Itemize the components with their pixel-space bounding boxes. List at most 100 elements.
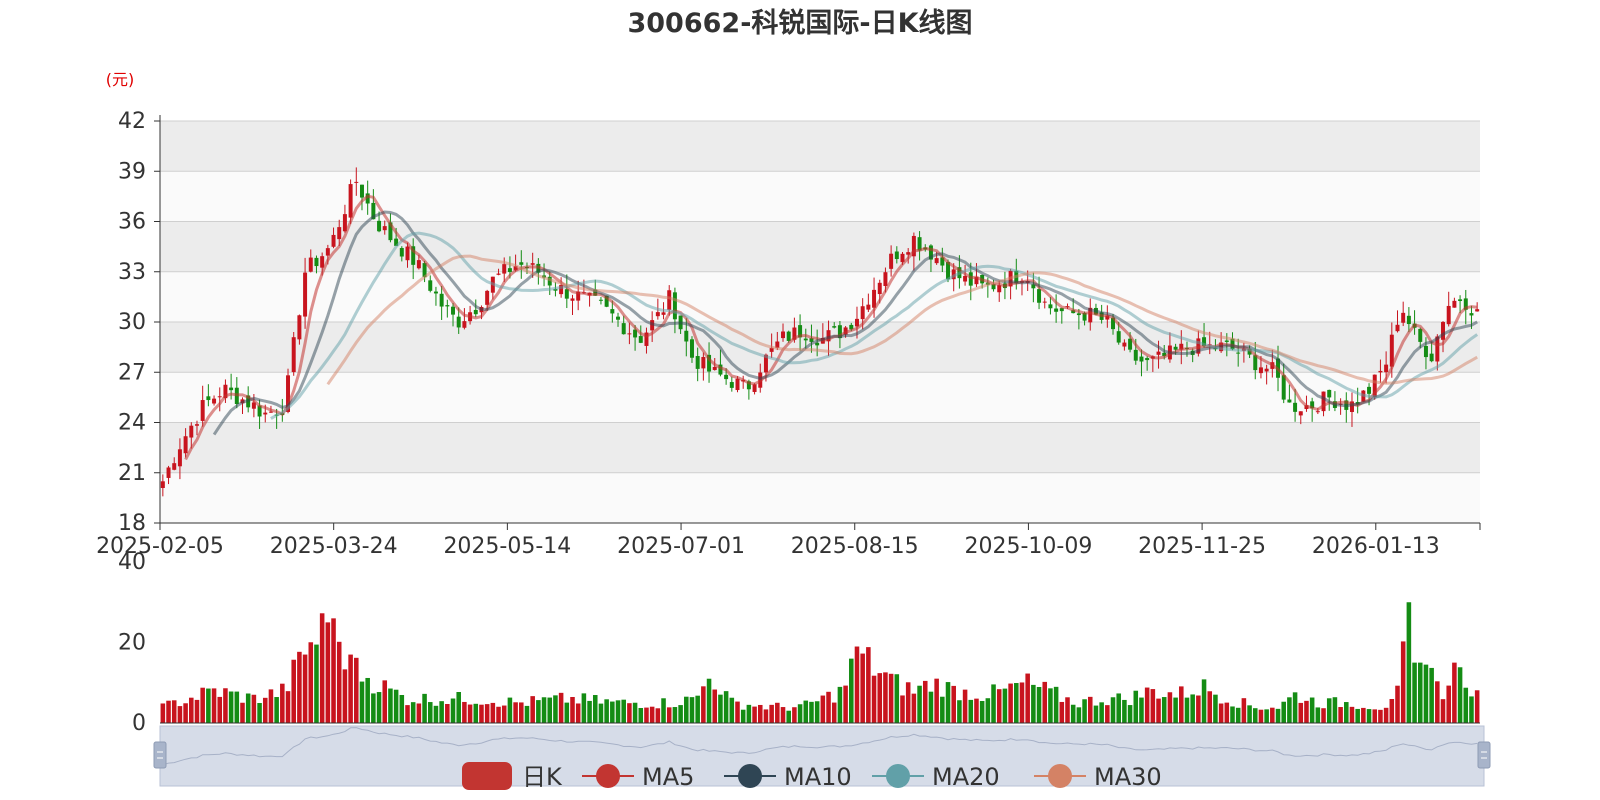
candle-body [496,273,501,275]
candle-body [206,396,211,401]
volume-bar [575,703,581,723]
volume-tick-label: 0 [132,711,146,736]
volume-bar [462,701,467,723]
candle-body [616,316,621,320]
candle-body [621,323,626,335]
volume-bar [536,700,541,723]
candle-body [1458,299,1463,302]
volume-bar [376,692,382,723]
volume-bar [962,689,968,723]
candle-body [712,366,717,370]
plot-band [160,472,1480,523]
candle-body [1037,289,1042,303]
volume-bar [302,654,308,723]
volume-bar [519,702,524,723]
candle-body [359,184,364,198]
plot-band [160,221,1480,272]
volume-bar [1412,662,1417,723]
volume-bar [280,683,285,723]
candle-body [661,312,666,315]
candle-body [729,382,734,388]
volume-bar [1457,667,1463,723]
volume-bar [1150,689,1156,723]
volume-bar [342,669,348,723]
candle-body [1475,309,1480,312]
volume-bar [1241,698,1247,723]
volume-bar [1093,705,1099,723]
volume-bar [1014,683,1019,723]
volume-bar [1287,697,1292,723]
candle-body [672,292,677,320]
volume-bar [735,701,740,723]
volume-bar [336,641,342,723]
candle-body [1293,402,1298,412]
volume-bar [189,697,194,723]
volume-bar [957,700,962,723]
price-y-axis: 18 21 24 27 30 33 36 39 42 [118,109,161,536]
candle-body [1287,399,1292,403]
price-unit-label: (元) [106,70,135,89]
volume-bar [1008,683,1013,723]
candle-body [894,251,899,260]
candle-body [564,289,569,299]
volume-bar [388,688,393,723]
candle-body [1236,352,1241,354]
candle-body [667,290,672,310]
volume-bar [1105,705,1110,723]
volume-bar [1326,698,1332,723]
volume-tick-label: 20 [118,631,146,656]
volume-bar [792,707,797,723]
volume-bar [1196,695,1201,723]
volume-bar [780,707,786,723]
volume-bar [1270,707,1275,723]
volume-bar [399,694,405,723]
candle-body [331,234,336,247]
volume-bar [911,693,917,723]
volume-bar [945,682,951,723]
x-tick-label: 2025-07-01 [617,534,745,559]
stock-chart: 300662-科锐国际-日K线图 (元) 182124273033363942 … [96,8,1491,791]
volume-bar [1366,709,1372,723]
legend-item-ma20[interactable]: MA20 [872,763,1000,791]
volume-bar [1025,673,1030,723]
volume-bar [1207,691,1213,723]
volume-bar [979,700,985,723]
candle-body [1054,308,1059,312]
volume-bar [558,692,564,723]
candle-body [177,449,182,467]
candle-body [1452,300,1457,308]
legend-label: MA30 [1094,763,1162,791]
volume-bar [1417,662,1423,723]
volume-bar [274,697,279,723]
volume-bar [501,705,507,723]
legend-marker-icon [738,764,762,788]
candle-body [530,263,535,265]
candle-body [786,331,791,341]
legend-item-ma10[interactable]: MA10 [724,763,852,791]
volume-bar [1452,662,1457,723]
volume-bar [649,706,655,723]
candle-body [570,298,575,301]
volume-bar [928,691,934,723]
candle-body [314,257,319,267]
volume-bar [797,704,803,723]
legend-item-ma30[interactable]: MA30 [1034,763,1162,791]
candle-body [735,378,740,391]
volume-bar [1087,696,1093,723]
volume-bar [615,700,621,723]
y-tick-label: 30 [118,310,146,335]
volume-bar [291,659,296,723]
volume-bar [439,701,444,723]
volume-bar [1372,709,1378,723]
candle-body [1145,358,1150,361]
slider-handle[interactable] [153,741,167,769]
volume-bar [251,694,257,723]
slider-handle[interactable] [1477,741,1491,769]
volume-bar [820,695,826,723]
candle-body [1133,349,1138,361]
volume-bar [171,700,177,723]
volume-bar [860,653,865,723]
volume-bar [1235,707,1241,723]
volume-bar [445,703,450,723]
volume-bar [1395,685,1400,723]
